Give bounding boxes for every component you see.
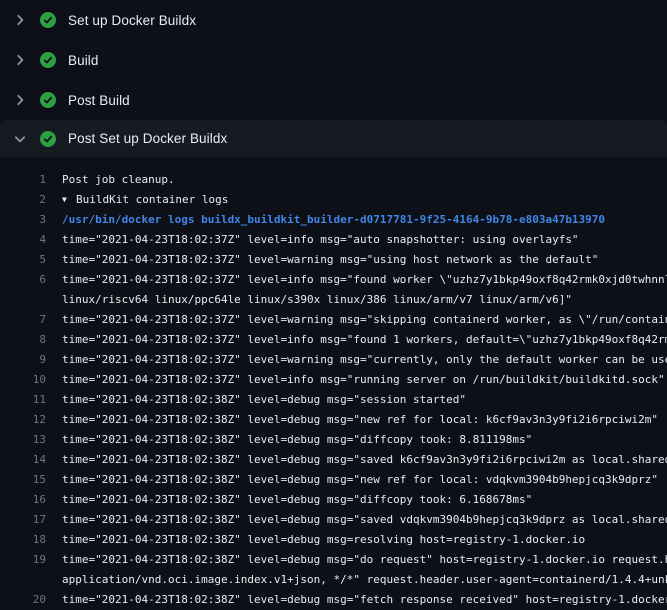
step-header[interactable]: Post Build [0,80,667,120]
log-line: 4 time="2021-04-23T18:02:37Z" level=info… [0,230,667,250]
line-text: time="2021-04-23T18:02:37Z" level=warnin… [62,250,598,270]
line-text: time="2021-04-23T18:02:37Z" level=info m… [62,370,665,390]
chevron-icon[interactable] [12,52,28,68]
log-line: 14 time="2021-04-23T18:02:38Z" level=deb… [0,450,667,470]
line-text: application/vnd.oci.image.index.v1+json,… [62,570,667,590]
log-line: 6 time="2021-04-23T18:02:37Z" level=info… [0,270,667,290]
actions-job-log-panel: Set up Docker Buildx Build Post Buil [0,0,667,610]
chevron-icon[interactable] [12,92,28,108]
chevron-icon[interactable] [12,131,28,147]
line-text: time="2021-04-23T18:02:37Z" level=warnin… [62,310,667,330]
log-line: 8 time="2021-04-23T18:02:37Z" level=info… [0,330,667,350]
step-label: Post Build [68,93,130,108]
group-toggle-icon[interactable]: ▼ [62,190,74,210]
line-number[interactable]: 18 [0,530,46,550]
line-text: /usr/bin/docker logs buildx_buildkit_bui… [62,210,605,230]
step-label: Set up Docker Buildx [68,13,196,28]
line-text: time="2021-04-23T18:02:38Z" level=debug … [62,530,585,550]
line-number[interactable]: 20 [0,590,46,610]
line-text: time="2021-04-23T18:02:37Z" level=info m… [62,270,667,290]
success-check-icon [40,131,56,147]
line-text: time="2021-04-23T18:02:38Z" level=debug … [62,510,667,530]
log-line: 13 time="2021-04-23T18:02:38Z" level=deb… [0,430,667,450]
line-number[interactable]: 6 [0,270,46,290]
log-line: linux/riscv64 linux/ppc64le linux/s390x … [0,290,667,310]
log-line: 2 ▼ BuildKit container logs [0,190,667,210]
line-text: time="2021-04-23T18:02:38Z" level=debug … [62,390,466,410]
line-text: time="2021-04-23T18:02:38Z" level=debug … [62,490,532,510]
line-number[interactable]: 12 [0,410,46,430]
step-label: Build [68,53,99,68]
log-line: 20 time="2021-04-23T18:02:38Z" level=deb… [0,590,667,610]
line-number[interactable]: 11 [0,390,46,410]
log-line: 1 Post job cleanup. [0,170,667,190]
line-number[interactable]: 13 [0,430,46,450]
line-number[interactable]: 7 [0,310,46,330]
line-number[interactable]: 8 [0,330,46,350]
line-text: time="2021-04-23T18:02:38Z" level=debug … [62,590,667,610]
line-number[interactable]: 4 [0,230,46,250]
line-number[interactable]: 15 [0,470,46,490]
line-number[interactable]: 10 [0,370,46,390]
log-line: 11 time="2021-04-23T18:02:38Z" level=deb… [0,390,667,410]
line-text: time="2021-04-23T18:02:37Z" level=warnin… [62,350,667,370]
line-text: time="2021-04-23T18:02:38Z" level=debug … [62,410,658,430]
log-line: 15 time="2021-04-23T18:02:38Z" level=deb… [0,470,667,490]
step-header[interactable]: Build [0,40,667,80]
step-label: Post Set up Docker Buildx [68,131,227,146]
success-check-icon [40,92,56,108]
line-text: time="2021-04-23T18:02:37Z" level=info m… [62,230,579,250]
line-number[interactable]: 14 [0,450,46,470]
line-text: time="2021-04-23T18:02:38Z" level=debug … [62,550,667,570]
step-header[interactable]: Set up Docker Buildx [0,0,667,40]
log-line: 19 time="2021-04-23T18:02:38Z" level=deb… [0,550,667,570]
log-line: 17 time="2021-04-23T18:02:38Z" level=deb… [0,510,667,530]
success-check-icon [40,52,56,68]
line-number[interactable]: 16 [0,490,46,510]
line-number[interactable]: 1 [0,170,46,190]
line-number[interactable]: 9 [0,350,46,370]
log-line: application/vnd.oci.image.index.v1+json,… [0,570,667,590]
line-text: time="2021-04-23T18:02:37Z" level=info m… [62,330,667,350]
step-header[interactable]: Post Set up Docker Buildx [0,120,667,157]
line-number[interactable]: 17 [0,510,46,530]
log-line: 7 time="2021-04-23T18:02:37Z" level=warn… [0,310,667,330]
log-line: 10 time="2021-04-23T18:02:37Z" level=inf… [0,370,667,390]
log-area: 1 Post job cleanup. 2 ▼ BuildKit contain… [0,157,667,610]
log-line: 5 time="2021-04-23T18:02:37Z" level=warn… [0,250,667,270]
line-text: Post job cleanup. [62,170,175,190]
line-number[interactable]: 2 [0,190,46,210]
success-check-icon [40,12,56,28]
log-line: 18 time="2021-04-23T18:02:38Z" level=deb… [0,530,667,550]
line-number[interactable] [0,570,46,590]
line-number[interactable] [0,290,46,310]
log-line: 9 time="2021-04-23T18:02:37Z" level=warn… [0,350,667,370]
line-text: BuildKit container logs [76,190,228,210]
line-text: time="2021-04-23T18:02:38Z" level=debug … [62,430,532,450]
chevron-icon[interactable] [12,12,28,28]
log-line: 16 time="2021-04-23T18:02:38Z" level=deb… [0,490,667,510]
line-number[interactable]: 5 [0,250,46,270]
log-line: 12 time="2021-04-23T18:02:38Z" level=deb… [0,410,667,430]
steps-list: Set up Docker Buildx Build Post Buil [0,0,667,157]
line-number[interactable]: 19 [0,550,46,570]
line-number[interactable]: 3 [0,210,46,230]
line-text: linux/riscv64 linux/ppc64le linux/s390x … [62,290,572,310]
line-text: time="2021-04-23T18:02:38Z" level=debug … [62,450,667,470]
line-text: time="2021-04-23T18:02:38Z" level=debug … [62,470,658,490]
log-line: 3 /usr/bin/docker logs buildx_buildkit_b… [0,210,667,230]
